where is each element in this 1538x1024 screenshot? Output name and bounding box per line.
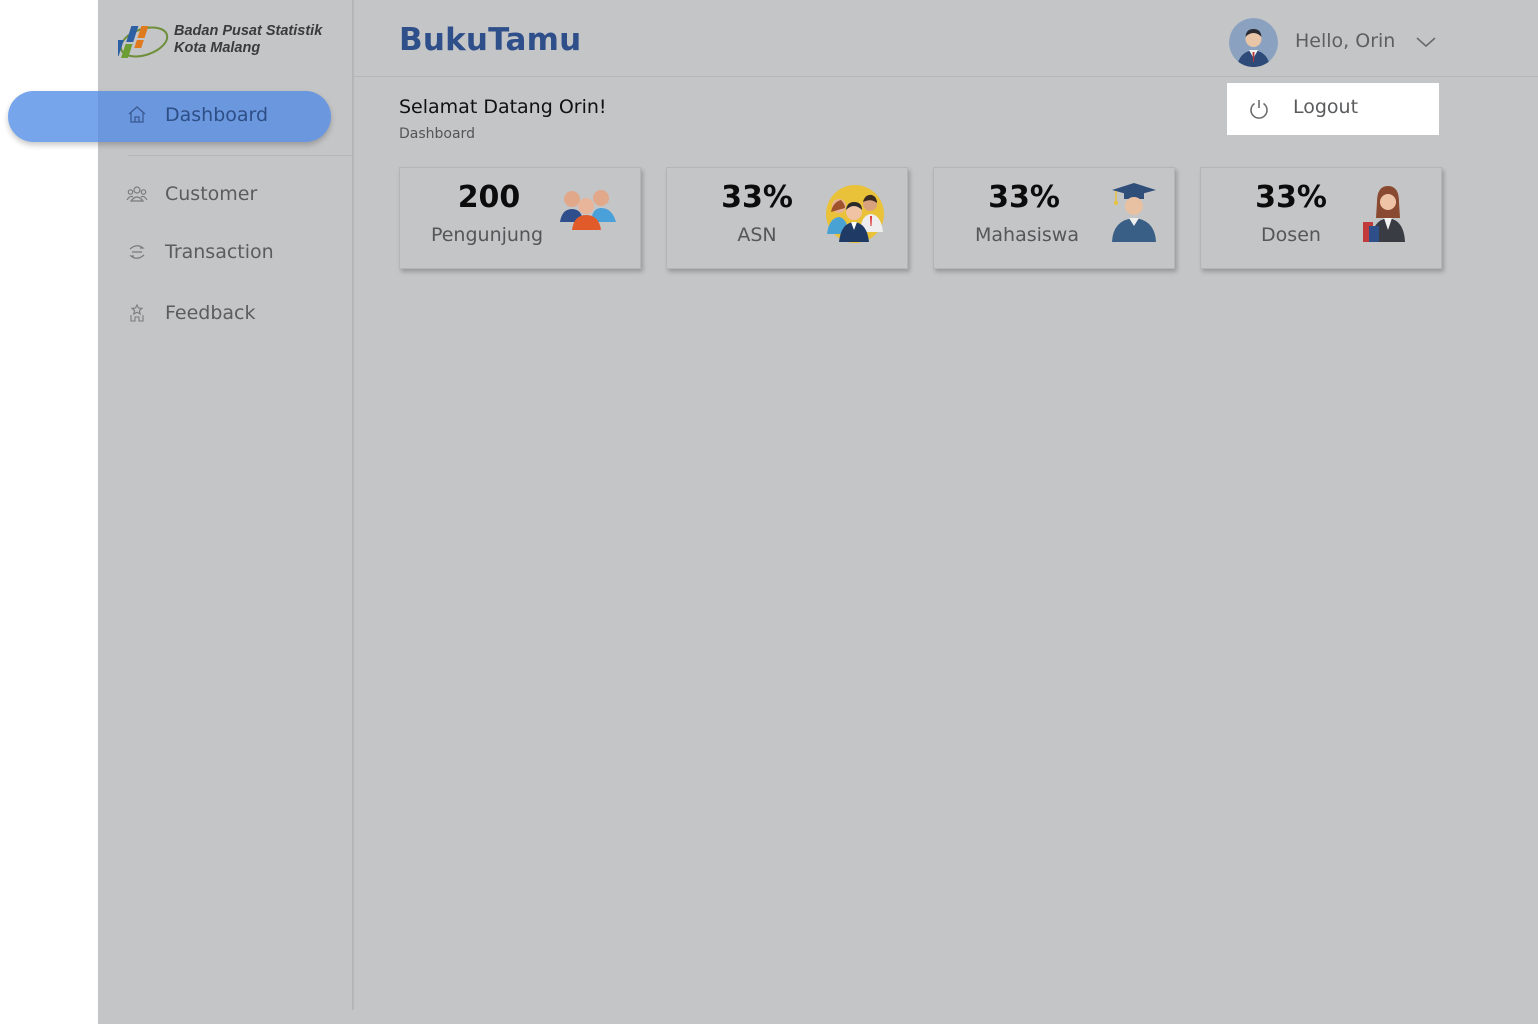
bps-logo-icon [118,26,169,58]
power-icon [1250,100,1268,119]
brand-line2: Kota Malang [174,40,261,56]
brand-logo[interactable]: Badan Pusat Statistik Kota Malang [118,18,322,62]
user-greeting[interactable]: Hello, Orin [1295,30,1395,52]
home-icon [126,104,148,126]
sidebar-item-label: Feedback [165,302,256,324]
sidebar-item-transaction[interactable]: Transaction [126,236,274,268]
sidebar-item-dashboard[interactable]: Dashboard [126,99,268,131]
group-people-icon [560,190,616,230]
stat-card-dosen: 33% Dosen [1200,167,1442,269]
user-dropdown-menu: Logout [1227,83,1439,135]
logout-menu-item[interactable]: Logout [1227,83,1439,135]
users-icon [126,183,148,205]
stat-card-mahasiswa: 33% Mahasiswa [933,167,1175,269]
stat-value: 33% [1255,180,1327,215]
user-avatar[interactable] [1229,18,1278,67]
sidebar-item-feedback[interactable]: Feedback [126,297,255,329]
app-title: BukuTamu [399,22,582,58]
feedback-icon [126,302,148,324]
sidebar-item-label: Dashboard [165,104,269,126]
stat-value: 33% [988,180,1060,215]
welcome-message: Selamat Datang Orin! [399,96,607,118]
brand-line1: Badan Pusat Statistik [174,23,323,39]
stat-label: ASN [737,224,777,246]
transaction-icon [126,241,148,263]
sidebar-item-label: Customer [165,183,258,205]
stat-value: 33% [721,180,793,215]
stat-value: 200 [457,180,521,215]
stat-label: Pengunjung [430,224,544,246]
stat-card-pengunjung: 200 Pengunjung [399,167,641,269]
nav-divider [128,155,352,156]
sidebar-item-label: Transaction [165,241,274,263]
stat-card-asn: 33% ASN [666,167,908,269]
graduate-icon [1112,183,1156,242]
breadcrumb: Dashboard [399,126,475,142]
sidebar-item-customer[interactable]: Customer [126,178,257,210]
brand-name: Badan Pusat Statistik Kota Malang [174,23,322,57]
sidebar [98,0,354,1024]
civil-servants-icon [826,185,884,243]
lecturer-icon [1363,186,1405,242]
stat-label: Dosen [1261,224,1321,246]
logout-label: Logout [1293,96,1359,118]
chevron-down-icon[interactable] [1415,34,1437,50]
stat-label: Mahasiswa [975,224,1079,246]
